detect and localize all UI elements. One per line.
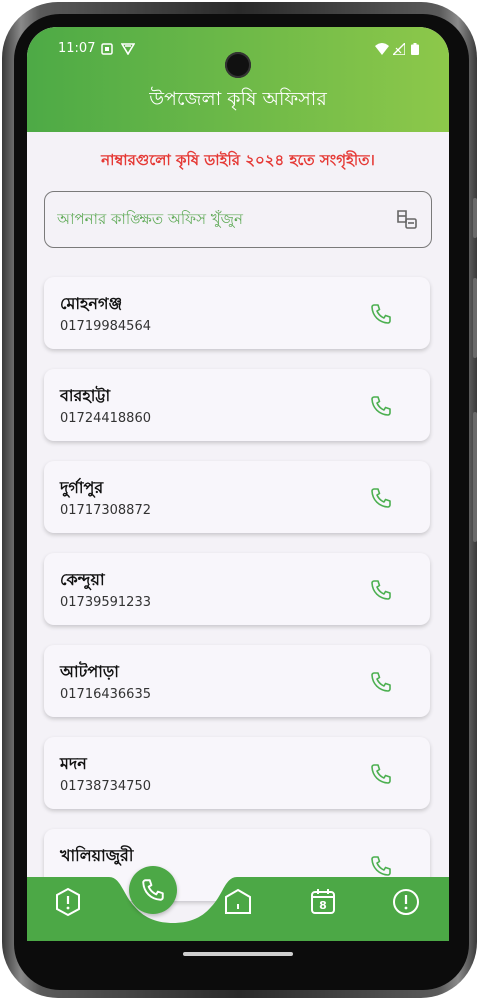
status-time: 11:07 bbox=[58, 41, 96, 56]
call-icon[interactable] bbox=[369, 394, 393, 422]
calendar-icon[interactable]: 8 bbox=[308, 887, 338, 917]
call-icon[interactable] bbox=[369, 762, 393, 790]
office-name: মোহনগঞ্জ bbox=[60, 294, 123, 313]
alert-icon[interactable] bbox=[391, 887, 421, 917]
side-button-top bbox=[473, 198, 477, 238]
vpn-icon bbox=[120, 43, 136, 59]
home-indicator[interactable] bbox=[183, 952, 293, 956]
signal-icon bbox=[391, 41, 406, 59]
notice-text: নাম্বারগুলো কৃষি ডাইরি ২০২৪ হতে সংগৃহীত। bbox=[101, 151, 375, 169]
call-fab[interactable] bbox=[129, 866, 177, 914]
info-icon[interactable] bbox=[53, 887, 83, 917]
contact-card[interactable]: দুর্গাপুর 01717308872 bbox=[44, 461, 430, 533]
phone-number: 01717308872 bbox=[60, 503, 151, 518]
contact-card[interactable]: বারহাট্টা 01724418860 bbox=[44, 369, 430, 441]
office-name: খালিয়াজুরী bbox=[60, 846, 134, 865]
front-camera bbox=[225, 52, 251, 78]
office-name: দুর্গাপুর bbox=[60, 478, 104, 497]
screen: 11:07 উপজেলা কৃষি অফিসার নাম্বারগুলো কৃষ… bbox=[27, 27, 449, 941]
calendar-day: 8 bbox=[319, 899, 327, 912]
page-title: উপজেলা কৃষি অফিসার bbox=[149, 88, 327, 110]
search-input[interactable] bbox=[55, 206, 379, 232]
contact-card[interactable]: মোহনগঞ্জ 01719984564 bbox=[44, 277, 430, 349]
office-name: বারহাট্টা bbox=[60, 386, 111, 405]
volume-button bbox=[473, 412, 477, 542]
phone-number: 01719984564 bbox=[60, 319, 151, 334]
wifi-icon bbox=[375, 43, 389, 59]
contact-card[interactable]: কেন্দুয়া 01739591233 bbox=[44, 553, 430, 625]
call-icon bbox=[142, 879, 164, 901]
office-name: মদন bbox=[60, 754, 87, 773]
filter-icon[interactable] bbox=[395, 208, 419, 236]
power-button bbox=[473, 278, 477, 358]
status-bar: 11:07 bbox=[27, 39, 449, 78]
phone-number: 01716436635 bbox=[60, 687, 151, 702]
phone-number: 01739591233 bbox=[60, 595, 151, 610]
contact-card[interactable]: মদন 01738734750 bbox=[44, 737, 430, 809]
office-name: কেন্দুয়া bbox=[60, 570, 105, 589]
bottom-nav: 8 bbox=[27, 877, 449, 941]
phone-number: 01738734750 bbox=[60, 779, 151, 794]
office-name: আটপাড়া bbox=[60, 662, 119, 681]
home-icon[interactable] bbox=[223, 887, 253, 917]
call-icon[interactable] bbox=[369, 486, 393, 514]
call-icon[interactable] bbox=[369, 302, 393, 330]
phone-number: 01724418860 bbox=[60, 411, 151, 426]
app-bar: 11:07 উপজেলা কৃষি অফিসার bbox=[27, 27, 449, 132]
battery-icon bbox=[411, 43, 419, 59]
search-box[interactable] bbox=[44, 191, 432, 248]
screen-icon bbox=[101, 43, 113, 59]
call-icon[interactable] bbox=[369, 578, 393, 606]
contact-card[interactable]: আটপাড়া 01716436635 bbox=[44, 645, 430, 717]
call-icon[interactable] bbox=[369, 670, 393, 698]
